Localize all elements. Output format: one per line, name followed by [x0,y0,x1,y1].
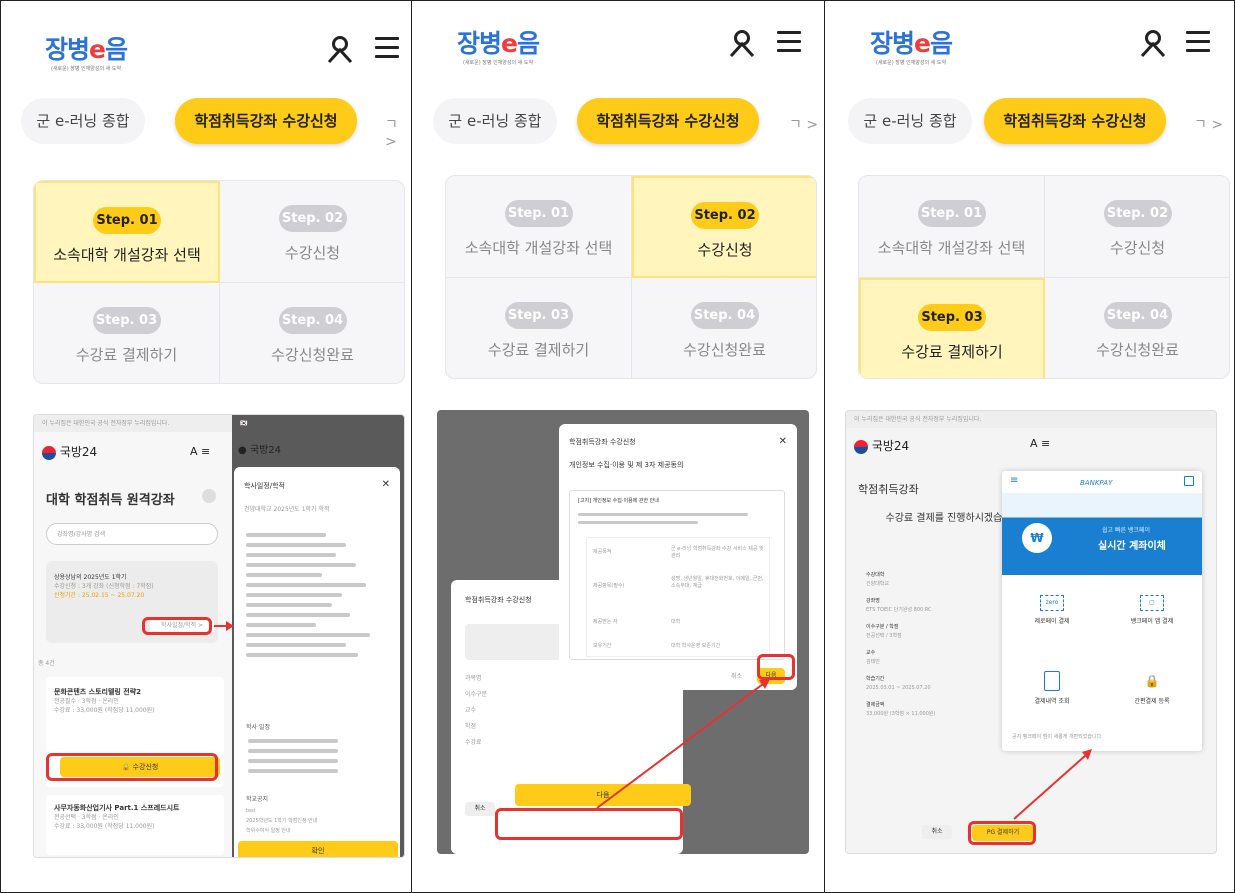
step-label: 소속대학 개설강좌 선택 [53,246,201,264]
step-card-3[interactable]: Step. 03 수강료 결제하기 [34,283,220,383]
step-label: 소속대학 개설강좌 선택 [464,239,613,257]
arrow-to-agree [596,679,770,809]
tab-more-icon[interactable]: ㄱ > [789,114,818,134]
screenshot-course-select: 이 누리집은 대한민국 공식 전자정부 누리집입니다. 국방24 A ≡ 대학 … [33,414,405,858]
step-grid: Step. 01 소속대학 개설강좌 선택 Step. 02 수강신청 Step. … [33,180,405,384]
app-header: 장병e음 (새로운) 장병 인재양성의 새 도약 [826,0,1235,80]
step-card-2[interactable]: Step. 02 수강신청 [220,181,404,283]
tab-course-application[interactable]: 학점취득강좌 수강신청 [577,98,759,144]
app-header: 장병e음 (새로운) 장병 인재양성의 새 도약 [1,0,411,80]
step-card-1[interactable]: Step. 01 소속대학 개설강좌 선택 [446,176,632,278]
tab-elearning-general[interactable]: 군 e-러닝 종합 [433,98,557,144]
tab-more-icon[interactable]: ㄱ > [1194,114,1223,134]
step-badge: Step. 01 [917,200,986,227]
step-card-4[interactable]: Step. 04 수강신청완료 [632,278,816,378]
step-label: 수강신청완료 [683,341,766,359]
arrow-to-modal [214,621,234,631]
screenshot-consent: 학점취득강좌 수강신청 과목명 이수구분 교수 학점 수강료 취소 다음 학점취… [437,410,809,854]
step-label: 소속대학 개설강좌 선택 [877,239,1026,257]
step-card-1[interactable]: Step. 01 소속대학 개설강좌 선택 [859,176,1045,278]
menu-icon[interactable] [777,31,801,53]
step-badge: Step. 04 [1103,302,1172,329]
step-badge: Step. 02 [278,205,347,232]
menu-icon[interactable] [1186,31,1210,53]
step-label: 수강신청 [697,241,753,259]
step-badge: Step. 01 [93,207,161,234]
category-tabs: 군 e-러닝 종합 학점취득강좌 수강신청 ㄱ > [1,92,411,150]
menu-icon[interactable] [375,37,399,59]
step-badge: Step. 04 [690,302,759,329]
step-label: 수강료 결제하기 [75,346,178,364]
app-logo[interactable]: 장병e음 (새로운) 장병 인재양성의 새 도약 [870,30,953,67]
step-card-4[interactable]: Step. 04 수강신청완료 [1045,278,1229,378]
panel-divider [411,0,412,893]
logo-subtitle: (새로운) 장병 인재양성의 새 도약 [463,60,534,66]
app-logo[interactable]: 장병e음 (새로운) 장병 인재양성의 새 도약 [457,30,540,67]
step-card-1[interactable]: Step. 01 소속대학 개설강좌 선택 [34,181,220,283]
step-grid: Step. 01 소속대학 개설강좌 선택 Step. 02 수강신청 Step. … [858,175,1230,379]
step-card-3[interactable]: Step. 03 수강료 결제하기 [446,278,632,378]
step-card-3[interactable]: Step. 03 수강료 결제하기 [859,278,1045,378]
step-label: 수강료 결제하기 [901,343,1003,361]
step-card-4[interactable]: Step. 04 수강신청완료 [220,283,404,383]
category-tabs: 군 e-러닝 종합 학점취득강좌 수강신청 ㄱ > [826,92,1235,150]
step-badge: Step. 01 [504,200,573,227]
step-badge: Step. 03 [504,302,573,329]
step-badge: Step. 03 [918,304,986,331]
arrow-to-bankpay [1013,749,1092,820]
user-icon[interactable] [327,35,353,63]
step-label: 수강료 결제하기 [487,341,590,359]
user-icon[interactable] [1140,29,1166,57]
tab-more-icon[interactable]: ㄱ > [385,114,411,150]
tab-elearning-general[interactable]: 군 e-러닝 종합 [848,98,972,144]
step-badge: Step. 02 [1103,200,1172,227]
step-badge: Step. 03 [92,307,161,334]
step-badge: Step. 04 [278,307,347,334]
tab-elearning-general[interactable]: 군 e-러닝 종합 [21,98,145,144]
step-card-2[interactable]: Step. 02 수강신청 [1045,176,1229,278]
step-badge: Step. 02 [691,202,759,229]
app-logo[interactable]: 장병e음 (새로운) 장병 인재양성의 새 도약 [45,36,128,73]
screenshot-payment: 이 누리집은 대한민국 공식 전자정부 누리집입니다. 국방24 A ≡ 학점취… [845,410,1217,854]
app-header: 장병e음 (새로운) 장병 인재양성의 새 도약 [413,0,823,80]
category-tabs: 군 e-러닝 종합 학점취득강좌 수강신청 ㄱ > [413,92,823,150]
logo-subtitle: (새로운) 장병 인재양성의 새 도약 [876,60,947,66]
tab-course-application[interactable]: 학점취득강좌 수강신청 [175,98,357,144]
step-label: 수강신청완료 [1096,341,1179,359]
step-card-2[interactable]: Step. 02 수강신청 [632,176,816,278]
panel-divider [824,0,825,893]
logo-subtitle: (새로운) 장병 인재양성의 새 도약 [51,66,122,72]
step-label: 수강신청 [1109,239,1166,257]
user-icon[interactable] [729,29,755,57]
tab-course-application[interactable]: 학점취득강좌 수강신청 [984,98,1166,144]
step-grid: Step. 01 소속대학 개설강좌 선택 Step. 02 수강신청 Step. … [445,175,817,379]
step-label: 수강신청 [284,244,341,262]
step-label: 수강신청완료 [271,346,354,364]
